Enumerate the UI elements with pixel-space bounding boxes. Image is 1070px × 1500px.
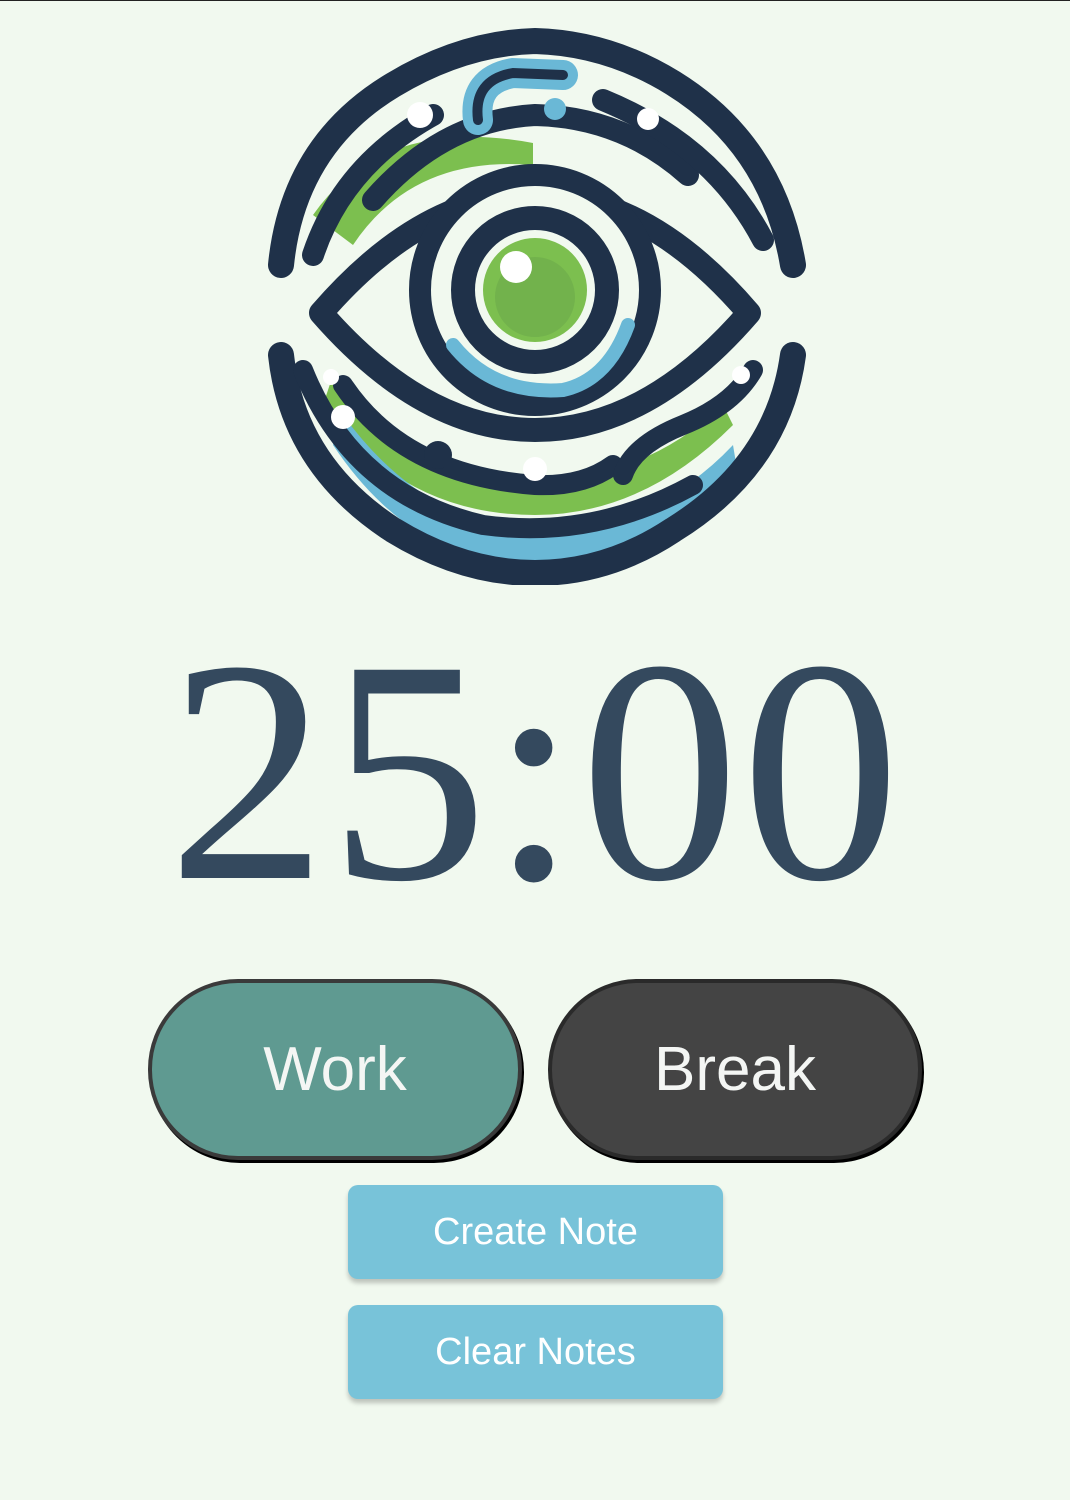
- break-button[interactable]: Break: [548, 979, 922, 1160]
- eye-logo-icon: [263, 25, 808, 587]
- clear-notes-button[interactable]: Clear Notes: [348, 1305, 723, 1399]
- work-button[interactable]: Work: [148, 979, 522, 1160]
- timer-display: 25:00: [167, 595, 903, 947]
- create-note-button[interactable]: Create Note: [348, 1185, 723, 1279]
